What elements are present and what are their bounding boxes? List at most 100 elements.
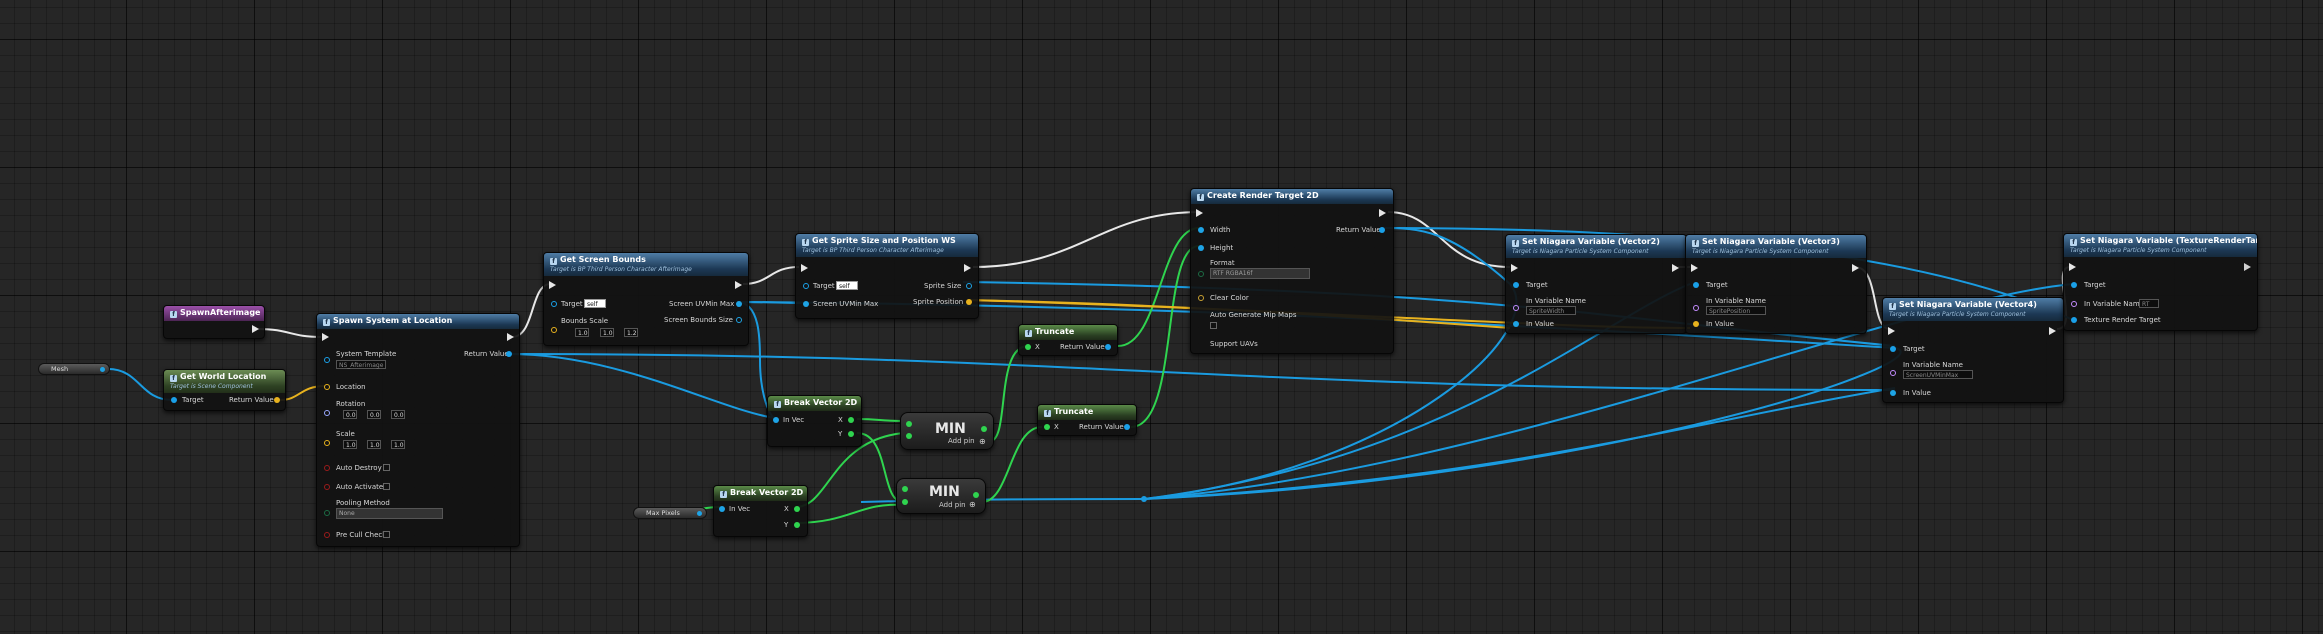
x-pin[interactable] xyxy=(1025,344,1031,350)
scale-z-input[interactable]: 1.0 xyxy=(391,440,405,449)
exec-out-pin[interactable] xyxy=(1672,264,1679,272)
exec-out-pin[interactable] xyxy=(735,281,742,289)
in-value-pin[interactable] xyxy=(1513,321,1519,327)
in-variable-name-pin[interactable] xyxy=(1513,305,1519,311)
break-vector-2d-node[interactable]: f Break Vector 2D In Vec X Y xyxy=(713,485,808,537)
return-value-pin[interactable] xyxy=(1105,344,1111,350)
get-world-location-node[interactable]: f Get World Location Target is Scene Compo… xyxy=(163,369,286,411)
a-pin[interactable] xyxy=(902,486,908,492)
in-variable-name-pin[interactable] xyxy=(1693,305,1699,311)
return-value-pin[interactable] xyxy=(1124,424,1130,430)
exec-out-pin[interactable] xyxy=(2049,327,2056,335)
target-pin[interactable] xyxy=(2071,282,2077,288)
format-select[interactable]: RTF RGBA16f xyxy=(1210,268,1310,279)
rotation-y-input[interactable]: 0.0 xyxy=(367,410,381,419)
in-variable-name-pin[interactable] xyxy=(1890,370,1896,376)
add-pin-label[interactable]: Add pin xyxy=(948,437,975,445)
x-pin[interactable] xyxy=(794,506,800,512)
screen-uvminmax-in-pin[interactable] xyxy=(803,301,809,307)
target-pin[interactable] xyxy=(1693,282,1699,288)
target-pin[interactable] xyxy=(551,301,557,307)
target-pin[interactable] xyxy=(803,283,809,289)
exec-in-pin[interactable] xyxy=(1691,264,1698,272)
in-variable-name-input[interactable]: RT xyxy=(2139,299,2159,308)
height-pin[interactable] xyxy=(1198,245,1204,251)
in-value-pin[interactable] xyxy=(1890,390,1896,396)
exec-in-pin[interactable] xyxy=(1196,209,1203,217)
auto-generate-mips-checkbox[interactable] xyxy=(1210,322,1217,329)
return-value-pin[interactable] xyxy=(1379,227,1385,233)
return-pin[interactable] xyxy=(981,426,987,432)
x-pin[interactable] xyxy=(848,417,854,423)
y-pin[interactable] xyxy=(848,431,854,437)
exec-out-pin[interactable] xyxy=(252,325,259,333)
target-pin[interactable] xyxy=(1513,282,1519,288)
target-pin[interactable] xyxy=(1890,346,1896,352)
pooling-method-select[interactable]: None xyxy=(336,508,443,519)
exec-out-pin[interactable] xyxy=(1852,264,1859,272)
auto-activate-pin[interactable] xyxy=(324,484,330,490)
spawn-afterimage-node[interactable]: f SpawnAfterimage xyxy=(163,305,265,339)
get-screen-bounds-node[interactable]: f Get Screen Bounds Target is BP Third Per… xyxy=(543,252,749,346)
sprite-position-pin[interactable] xyxy=(966,299,972,305)
target-self-box[interactable]: self xyxy=(836,281,858,290)
rotation-x-input[interactable]: 0.0 xyxy=(343,410,357,419)
clear-color-pin[interactable] xyxy=(1198,295,1204,301)
exec-out-pin[interactable] xyxy=(1379,209,1386,217)
exec-in-pin[interactable] xyxy=(801,264,808,272)
scale-x-input[interactable]: 1.0 xyxy=(343,440,357,449)
scale-y-input[interactable]: 1.0 xyxy=(367,440,381,449)
return-value-pin[interactable] xyxy=(274,397,280,403)
in-vec-pin[interactable] xyxy=(773,417,779,423)
sprite-size-pin[interactable] xyxy=(966,283,972,289)
target-self-box[interactable]: self xyxy=(584,299,606,308)
system-template-select[interactable]: NS_Afterimage xyxy=(336,360,386,369)
break-vector-2d-node[interactable]: f Break Vector 2D In Vec X Y xyxy=(767,395,862,447)
spawn-system-node[interactable]: f Spawn System at Location System Templat… xyxy=(316,313,520,547)
x-pin[interactable] xyxy=(1044,424,1050,430)
scale-pin[interactable] xyxy=(324,440,330,446)
set-niagara-vector3-node[interactable]: f Set Niagara Variable (Vector3) Target is… xyxy=(1685,234,1867,334)
truncate-node[interactable]: f Truncate X Return Value xyxy=(1018,324,1118,356)
create-render-target-node[interactable]: f Create Render Target 2D Width Return Va… xyxy=(1190,188,1394,354)
return-value-pin[interactable] xyxy=(506,351,512,357)
exec-in-pin[interactable] xyxy=(549,281,556,289)
set-niagara-vector4-node[interactable]: f Set Niagara Variable (Vector4) Target is… xyxy=(1882,297,2064,403)
pre-cull-check-pin[interactable] xyxy=(324,532,330,538)
in-variable-name-input[interactable]: SpritePosition xyxy=(1706,306,1766,315)
pre-cull-check-checkbox[interactable] xyxy=(383,531,390,538)
exec-out-pin[interactable] xyxy=(507,333,514,341)
b-pin[interactable] xyxy=(902,499,908,505)
rotation-z-input[interactable]: 0.0 xyxy=(391,410,405,419)
pooling-method-pin[interactable] xyxy=(324,510,330,516)
min-node[interactable]: MIN Add pin ⊕ xyxy=(900,412,994,450)
add-pin-icon[interactable]: ⊕ xyxy=(969,500,976,509)
mesh-variable[interactable]: Mesh xyxy=(38,363,110,375)
in-variable-name-input[interactable]: ScreenUVMinMax xyxy=(1903,370,1973,379)
texture-render-target-pin[interactable] xyxy=(2071,317,2077,323)
get-sprite-size-node[interactable]: f Get Sprite Size and Position WS Target i… xyxy=(795,233,979,319)
add-pin-label[interactable]: Add pin xyxy=(939,501,966,509)
format-pin[interactable] xyxy=(1198,271,1204,277)
min-node[interactable]: MIN Add pin ⊕ xyxy=(896,478,986,514)
auto-activate-checkbox[interactable] xyxy=(383,483,390,490)
target-pin[interactable] xyxy=(171,397,177,403)
set-niagara-vector2-node[interactable]: f Set Niagara Variable (Vector2) Target is… xyxy=(1505,234,1687,334)
y-pin[interactable] xyxy=(794,522,800,528)
location-pin[interactable] xyxy=(324,384,330,390)
truncate-node[interactable]: f Truncate X Return Value xyxy=(1037,404,1137,436)
set-niagara-texture-rt-node[interactable]: fSet Niagara Variable (TextureRenderTarg… xyxy=(2063,233,2258,331)
add-pin-icon[interactable]: ⊕ xyxy=(979,437,986,446)
exec-in-pin[interactable] xyxy=(1888,327,1895,335)
in-variable-name-pin[interactable] xyxy=(2071,301,2077,307)
screen-bounds-size-pin[interactable] xyxy=(736,317,742,323)
auto-destroy-checkbox[interactable] xyxy=(383,464,390,471)
screen-uvminmax-pin[interactable] xyxy=(736,301,742,307)
in-variable-name-input[interactable]: SpriteWidth xyxy=(1526,306,1576,315)
exec-out-pin[interactable] xyxy=(964,264,971,272)
exec-in-pin[interactable] xyxy=(2069,263,2076,271)
width-pin[interactable] xyxy=(1198,227,1204,233)
in-value-pin[interactable] xyxy=(1693,321,1699,327)
rotation-pin[interactable] xyxy=(324,410,330,416)
max-pixels-variable[interactable]: Max Pixels xyxy=(633,507,707,519)
